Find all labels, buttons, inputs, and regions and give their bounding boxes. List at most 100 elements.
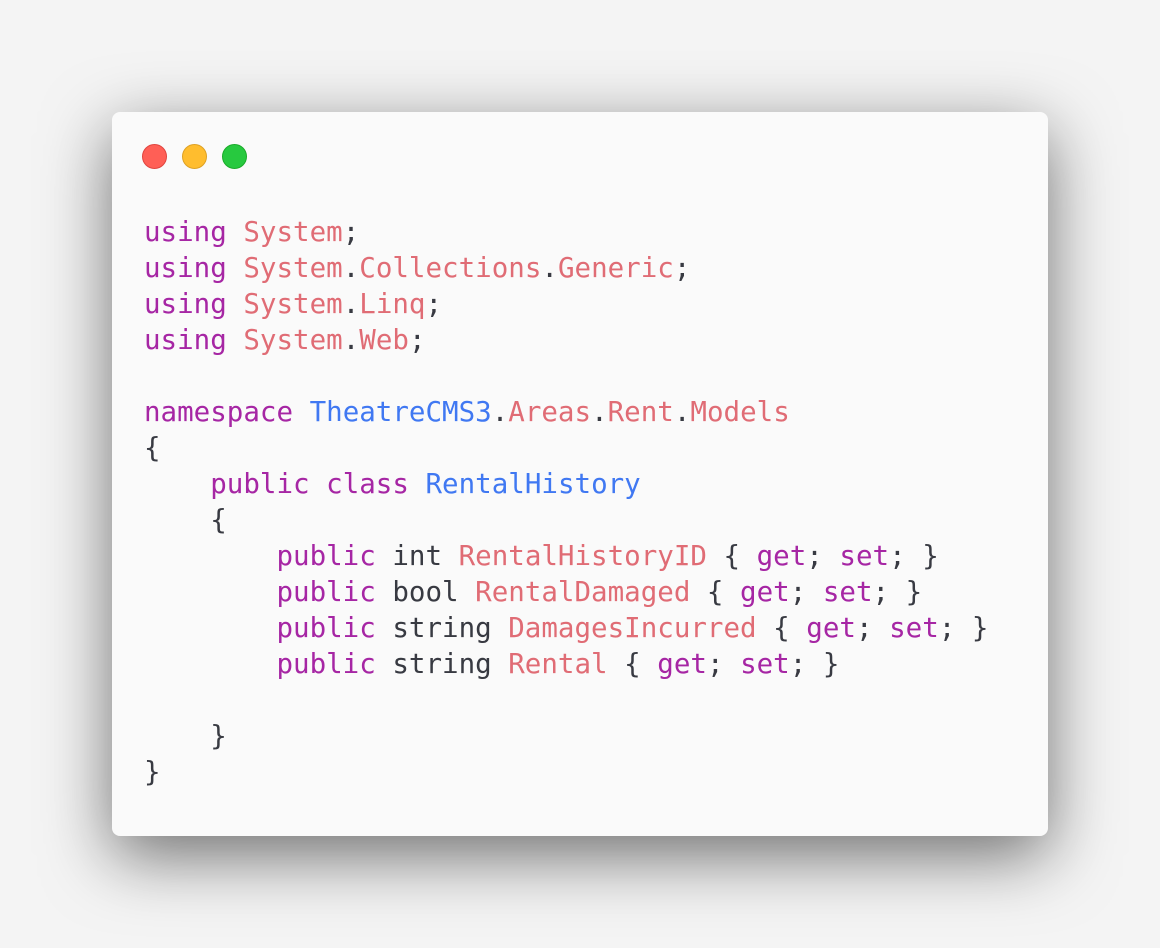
code-token: ; <box>342 216 360 248</box>
code-token: public <box>276 576 376 608</box>
code-token: System <box>243 288 343 320</box>
code-token: Rent <box>607 396 674 428</box>
code-token: System <box>243 252 343 284</box>
code-token: using <box>144 216 227 248</box>
code-token: set <box>740 648 790 680</box>
code-token: namespace <box>144 396 294 428</box>
code-line: public string Rental { get; set; } <box>144 646 988 682</box>
code-token: . <box>673 396 691 428</box>
code-token: using <box>144 324 227 356</box>
code-token: TheatreCMS3 <box>309 396 492 428</box>
code-line: } <box>144 718 988 754</box>
code-token: ; <box>706 648 741 680</box>
code-token: { <box>706 540 757 572</box>
window-controls <box>142 144 247 169</box>
code-token: public <box>276 648 376 680</box>
code-line: public int RentalHistoryID { get; set; } <box>144 538 988 574</box>
code-line: using System.Collections.Generic; <box>144 250 988 286</box>
code-token: get <box>657 648 707 680</box>
code-token: set <box>889 612 939 644</box>
code-token: { <box>690 576 741 608</box>
code-token: } <box>144 756 161 788</box>
code-window: using System; using System.Collections.Ge… <box>112 112 1048 836</box>
code-token: public <box>276 612 376 644</box>
code-token: Areas <box>508 396 592 428</box>
code-token: using <box>144 252 227 284</box>
code-line: namespace TheatreCMS3.Areas.Rent.Models <box>144 394 988 430</box>
code-token: . <box>541 252 558 284</box>
code-token: . <box>591 396 608 428</box>
minimize-dot-icon[interactable] <box>182 144 207 169</box>
code-token: public <box>210 468 310 500</box>
code-token: using <box>144 288 227 320</box>
code-block: using System; using System.Collections.Ge… <box>144 214 988 790</box>
code-token: string <box>375 612 509 644</box>
close-dot-icon[interactable] <box>142 144 167 169</box>
code-token: ; <box>425 288 443 320</box>
code-token: { <box>756 612 807 644</box>
code-token: ; } <box>889 540 939 572</box>
code-token: Linq <box>359 288 426 320</box>
code-token: get <box>740 576 790 608</box>
code-token: set <box>822 576 873 608</box>
code-token: string <box>375 648 509 680</box>
code-token: RentalHistory <box>425 468 641 500</box>
code-token: Collections <box>359 252 542 284</box>
code-line: using System; <box>144 214 988 250</box>
code-token: class <box>326 468 409 500</box>
code-line: { <box>144 430 988 466</box>
code-token: ; <box>855 612 890 644</box>
code-line: using System.Web; <box>144 322 988 358</box>
code-line: public bool RentalDamaged { get; set; } <box>144 574 988 610</box>
code-token: { <box>607 648 658 680</box>
code-token: ; <box>806 540 840 572</box>
code-token: ; <box>408 324 426 356</box>
code-token: . <box>342 252 360 284</box>
code-token: ; } <box>938 612 989 644</box>
code-token: ; } <box>789 648 840 680</box>
code-token: Web <box>359 324 409 356</box>
code-line: using System.Linq; <box>144 286 988 322</box>
code-line: { <box>144 502 988 538</box>
code-token: RentalHistoryID <box>458 540 707 572</box>
code-line: public class RentalHistory <box>144 466 988 502</box>
code-line: } <box>144 754 988 790</box>
code-token: set <box>839 540 890 572</box>
code-token: . <box>342 324 360 356</box>
code-token: get <box>806 612 856 644</box>
code-token: { <box>144 504 227 536</box>
code-token: . <box>491 396 509 428</box>
code-token: System <box>243 324 343 356</box>
code-token: . <box>342 288 360 320</box>
code-token: } <box>144 720 227 752</box>
code-token: Generic <box>557 252 674 284</box>
code-token: ; <box>673 252 691 284</box>
maximize-dot-icon[interactable] <box>222 144 247 169</box>
code-token: Rental <box>508 648 608 680</box>
code-token: bool <box>375 576 476 608</box>
code-token: get <box>756 540 807 572</box>
code-token: Models <box>690 396 790 428</box>
code-token: RentalDamaged <box>475 576 691 608</box>
code-line: public string DamagesIncurred { get; set… <box>144 610 988 646</box>
code-token: ; } <box>872 576 923 608</box>
code-token: System <box>243 216 343 248</box>
code-token: int <box>375 540 459 572</box>
code-token: DamagesIncurred <box>508 612 757 644</box>
code-token: { <box>144 432 161 464</box>
code-token: ; <box>789 576 823 608</box>
